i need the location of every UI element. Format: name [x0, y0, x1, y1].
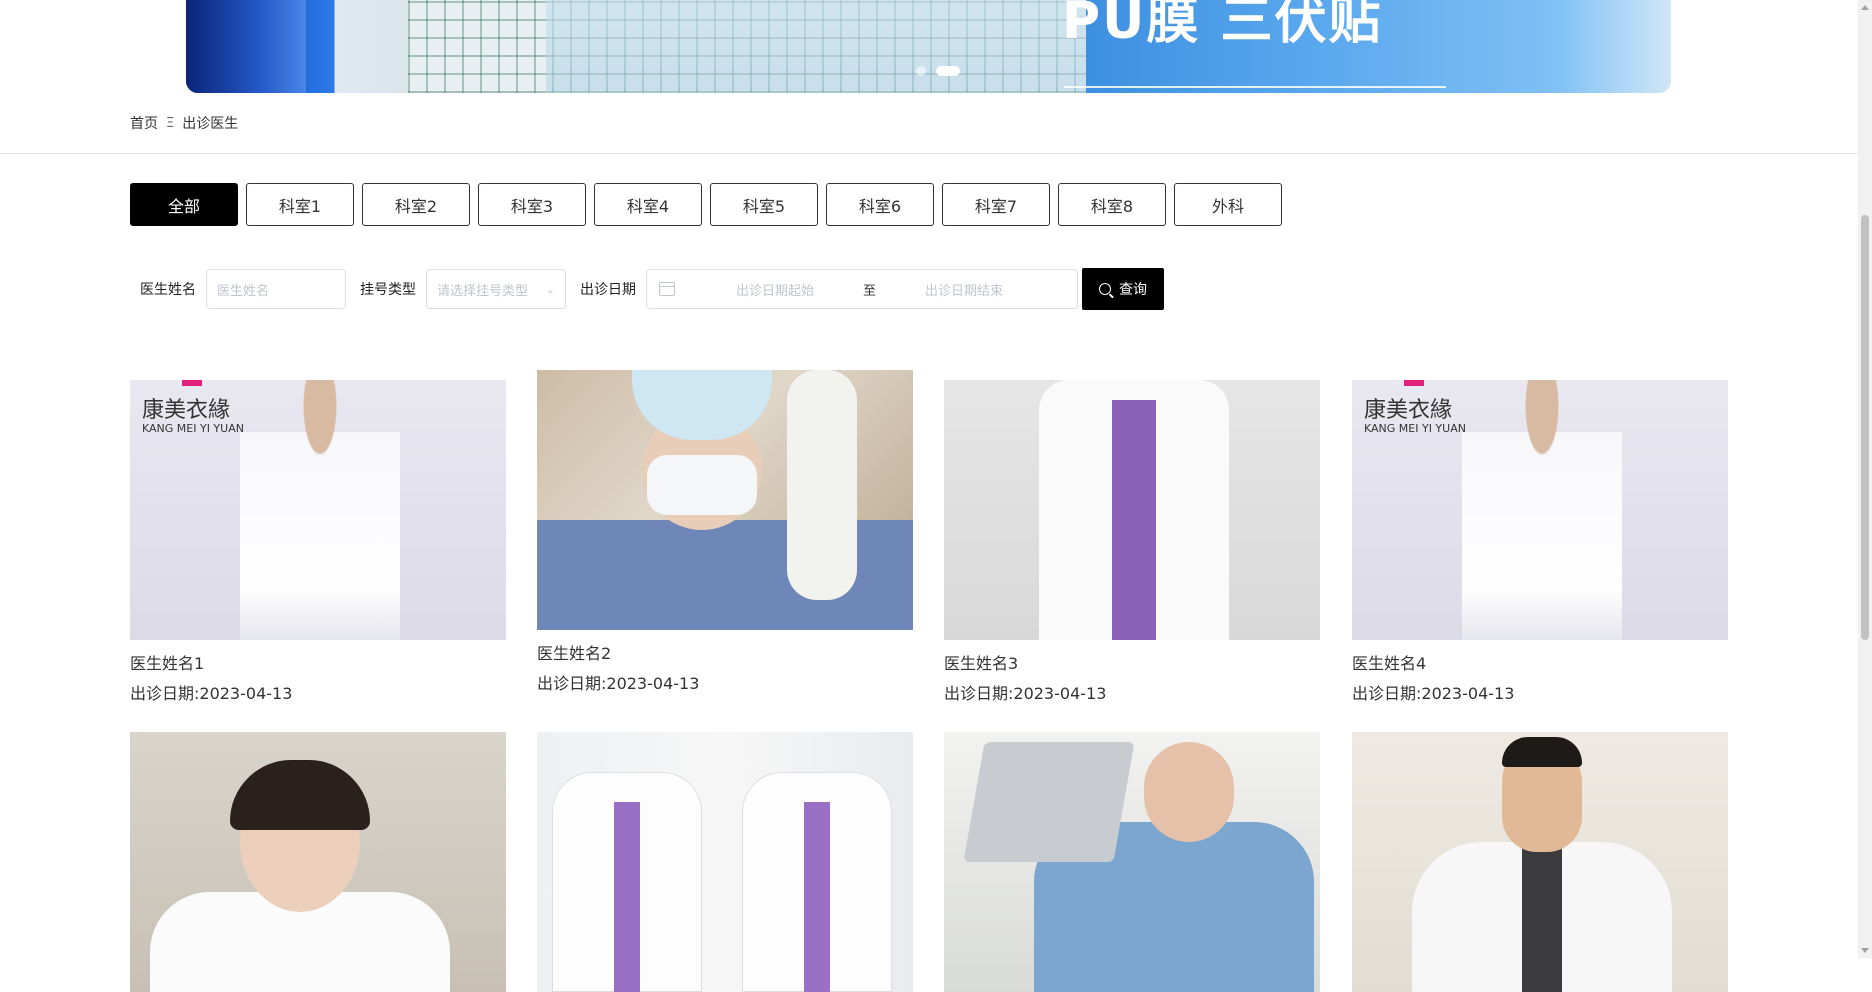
- doctor-figure: [240, 380, 400, 640]
- brand-logo-sub: KANG MEI YI YUAN: [1364, 422, 1466, 435]
- doctor-name-placeholder: 医生姓名: [217, 283, 270, 299]
- tab-surgery[interactable]: 外科: [1174, 183, 1282, 226]
- brand-logo: 康美衣緣: [1364, 398, 1453, 423]
- visit-date: 出诊日期:2023-04-13: [537, 674, 700, 693]
- tab-dept-8[interactable]: 科室8: [1058, 183, 1166, 226]
- doctor-photo[interactable]: [944, 732, 1320, 992]
- visit-date-range-picker[interactable]: 出诊日期起始 至 出诊日期结束: [646, 269, 1078, 309]
- carousel-dot-1[interactable]: [916, 66, 926, 76]
- banner-carousel[interactable]: PU膜 三伏贴: [186, 0, 1671, 93]
- banner-image-film: [546, 0, 1086, 93]
- scrub-shape: [804, 802, 830, 992]
- doctor-card[interactable]: 医生姓名3 出诊日期:2023-04-13: [944, 380, 1320, 704]
- doctor-card[interactable]: 医生姓名2 出诊日期:2023-04-13: [537, 370, 913, 694]
- breadcrumb-home[interactable]: 首页: [130, 113, 158, 133]
- doctor-photo[interactable]: [944, 380, 1320, 640]
- scrub-shape: [614, 802, 640, 992]
- carousel-indicators: [916, 66, 960, 76]
- register-type-placeholder: 请选择挂号类型: [437, 283, 529, 299]
- hair-shape: [230, 760, 370, 830]
- shirt-shape: [1522, 847, 1562, 992]
- doctor-name[interactable]: 医生姓名2: [537, 644, 913, 664]
- mask-shape: [647, 455, 757, 515]
- visit-date: 出诊日期:2023-04-13: [944, 684, 1107, 703]
- brand-logo-sub: KANG MEI YI YUAN: [142, 422, 244, 435]
- doctor-photo[interactable]: 康美衣緣 KANG MEI YI YUAN: [1352, 380, 1728, 640]
- header-divider: [0, 153, 1858, 154]
- tab-dept-4[interactable]: 科室4: [594, 183, 702, 226]
- cap-shape: [632, 370, 772, 440]
- doctor-name[interactable]: 医生姓名4: [1352, 654, 1728, 674]
- doctor-figure: [1462, 380, 1622, 640]
- doctor-card[interactable]: [130, 732, 506, 992]
- date-start-placeholder[interactable]: 出诊日期起始: [715, 280, 835, 299]
- tab-dept-6[interactable]: 科室6: [826, 183, 934, 226]
- breadcrumb-current: 出诊医生: [182, 116, 239, 132]
- register-type-label: 挂号类型: [360, 282, 416, 298]
- doctor-photo[interactable]: [1352, 732, 1728, 992]
- carousel-dot-2[interactable]: [936, 66, 960, 76]
- doctor-card[interactable]: [1352, 732, 1728, 992]
- breadcrumb: 首页 Ξ 出诊医生: [130, 113, 238, 133]
- date-range-separator: 至: [863, 283, 877, 299]
- brand-tag: [182, 380, 202, 386]
- doctor-card[interactable]: 康美衣緣 KANG MEI YI YUAN 医生姓名1 出诊日期:2023-04…: [130, 380, 506, 704]
- doctor-photo[interactable]: [537, 732, 913, 992]
- doctor-name[interactable]: 医生姓名3: [944, 654, 1320, 674]
- register-type-select[interactable]: 请选择挂号类型 ⌄: [426, 269, 566, 309]
- page-scrollbar[interactable]: [1858, 0, 1872, 958]
- visit-date-label: 出诊日期: [580, 282, 636, 298]
- scroll-up-arrow-icon[interactable]: [1861, 5, 1869, 10]
- brand-logo: 康美衣緣: [142, 398, 231, 423]
- tab-dept-7[interactable]: 科室7: [942, 183, 1050, 226]
- glove-shape: [787, 370, 857, 600]
- date-end-placeholder[interactable]: 出诊日期结束: [904, 280, 1024, 299]
- tab-all[interactable]: 全部: [130, 183, 238, 226]
- tab-dept-5[interactable]: 科室5: [710, 183, 818, 226]
- calendar-icon: [659, 282, 675, 296]
- banner-headline-underline: [1064, 86, 1446, 88]
- scroll-down-arrow-icon[interactable]: [1861, 948, 1869, 953]
- doctor-photo[interactable]: [537, 370, 913, 630]
- tab-dept-3[interactable]: 科室3: [478, 183, 586, 226]
- scrollbar-thumb[interactable]: [1861, 215, 1869, 640]
- search-icon: [1099, 283, 1111, 295]
- banner-image-left: [186, 0, 306, 93]
- chevron-down-icon: ⌄: [545, 282, 555, 296]
- department-tabs: 全部 科室1 科室2 科室3 科室4 科室5 科室6 科室7 科室8 外科: [130, 183, 1282, 226]
- tab-dept-1[interactable]: 科室1: [246, 183, 354, 226]
- doctor-card[interactable]: [537, 732, 913, 992]
- doctor-card[interactable]: 康美衣緣 KANG MEI YI YUAN 医生姓名4 出诊日期:2023-04…: [1352, 380, 1728, 704]
- doctor-name[interactable]: 医生姓名1: [130, 654, 506, 674]
- brand-tag: [1404, 380, 1424, 386]
- search-form: 医生姓名 医生姓名 挂号类型 请选择挂号类型 ⌄ 出诊日期 出诊日期起始 至 出…: [130, 268, 1164, 310]
- doctor-name-label: 医生姓名: [140, 282, 196, 298]
- doctor-name-input[interactable]: 医生姓名: [206, 269, 346, 309]
- doctor-card[interactable]: [944, 732, 1320, 992]
- breadcrumb-separator-icon: Ξ: [166, 115, 175, 131]
- visit-date: 出诊日期:2023-04-13: [1352, 684, 1515, 703]
- doctor-photo[interactable]: [130, 732, 506, 992]
- scrub-shape: [1112, 400, 1156, 640]
- banner-headline: PU膜 三伏贴: [1062, 0, 1383, 51]
- query-button-label: 查询: [1119, 282, 1147, 298]
- query-button[interactable]: 查询: [1082, 268, 1164, 310]
- laptop-shape: [963, 742, 1135, 862]
- head-shape: [1144, 742, 1234, 842]
- tab-dept-2[interactable]: 科室2: [362, 183, 470, 226]
- hair-shape: [1502, 737, 1582, 767]
- visit-date: 出诊日期:2023-04-13: [130, 684, 293, 703]
- doctor-photo[interactable]: 康美衣緣 KANG MEI YI YUAN: [130, 380, 506, 640]
